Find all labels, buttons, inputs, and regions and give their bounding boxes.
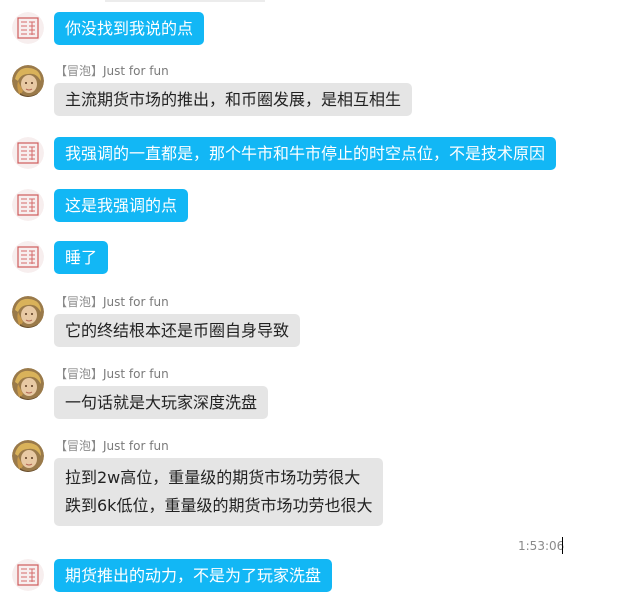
message-text: 这是我强调的点 [65,196,178,215]
message-bubble-incoming[interactable]: 它的终结根本还是币圈自身导致 [54,314,301,347]
message-text-line: 跌到6k低位，重量级的期货市场功劳也很大 [65,496,373,515]
sender-tag: 【冒泡】 [55,64,104,78]
sender-name: 【冒泡】Just for fun [55,63,169,79]
character-avatar-icon [12,440,44,472]
message-bubble-incoming[interactable]: 拉到2w高位，重量级的期货市场功劳很大 跌到6k低位，重量级的期货市场功劳也很大 [54,458,384,526]
seal-avatar-icon [12,12,44,44]
sender-name: 【冒泡】Just for fun [55,294,169,310]
sender-tag: 【冒泡】 [55,439,104,453]
message-bubble-outgoing[interactable]: 睡了 [54,241,109,274]
character-avatar-icon [12,65,44,97]
message-text: 主流期货市场的推出，和币圈发展，是相互相生 [65,90,402,109]
message-timestamp: 1:53:06 [518,539,565,553]
character-avatar-icon [12,368,44,400]
message-text: 期货推出的动力，不是为了玩家洗盘 [65,566,322,585]
my-avatar[interactable] [12,189,44,221]
message-bubble-incoming[interactable]: 主流期货市场的推出，和币圈发展，是相互相生 [54,83,413,116]
message-text-line: 拉到2w高位，重量级的期货市场功劳很大 [65,468,361,487]
message-bubble-outgoing[interactable]: 期货推出的动力，不是为了玩家洗盘 [54,559,333,592]
message-text: 你没找到我说的点 [65,19,194,38]
sender-tag: 【冒泡】 [55,367,104,381]
sender-nickname: Just for fun [103,367,169,381]
message-text: 它的终结根本还是币圈自身导致 [65,321,290,340]
message-text: 一句话就是大玩家深度洗盘 [65,393,258,412]
message-bubble-outgoing[interactable]: 我强调的一直都是，那个牛市和牛市停止的时空点位，不是技术原因 [54,137,557,170]
chat-history[interactable]: 你没找到我说的点 【冒泡】Just for fun 主流期货市场的推出，和币圈发… [0,0,619,611]
my-avatar[interactable] [12,137,44,169]
seal-avatar-icon [12,241,44,273]
my-avatar[interactable] [12,241,44,273]
contact-avatar[interactable] [12,65,44,97]
my-avatar[interactable] [12,559,44,591]
message-bubble-outgoing[interactable]: 这是我强调的点 [54,189,189,222]
message-bubble-outgoing[interactable]: 你没找到我说的点 [54,12,205,45]
seal-avatar-icon [12,189,44,221]
sender-nickname: Just for fun [103,439,169,453]
divider [105,0,265,2]
character-avatar-icon [12,296,44,328]
message-text: 睡了 [65,248,98,267]
sender-nickname: Just for fun [103,295,169,309]
message-bubble-incoming[interactable]: 一句话就是大玩家深度洗盘 [54,386,269,419]
contact-avatar[interactable] [12,296,44,328]
message-text: 我强调的一直都是，那个牛市和牛市停止的时空点位，不是技术原因 [65,144,546,163]
my-avatar[interactable] [12,12,44,44]
sender-nickname: Just for fun [103,64,169,78]
seal-avatar-icon [12,559,44,591]
sender-tag: 【冒泡】 [55,295,104,309]
text-cursor [562,537,563,554]
contact-avatar[interactable] [12,440,44,472]
sender-name: 【冒泡】Just for fun [55,366,169,382]
contact-avatar[interactable] [12,368,44,400]
sender-name: 【冒泡】Just for fun [55,438,169,454]
seal-avatar-icon [12,137,44,169]
